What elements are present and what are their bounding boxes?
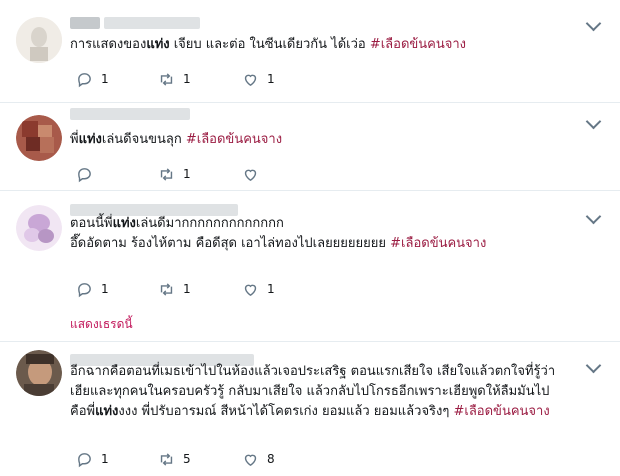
reply-button[interactable]: 1 [76, 280, 109, 298]
avatar[interactable] [16, 350, 62, 396]
retweet-button[interactable]: 1 [158, 70, 191, 88]
like-button[interactable] [242, 165, 267, 183]
retweet-icon [160, 72, 173, 86]
retweet-button[interactable]: 5 [158, 450, 191, 468]
reply-icon [78, 452, 91, 467]
handle[interactable] [104, 17, 200, 29]
avatar-image [16, 115, 62, 161]
tweet-actions: 1 1 1 [70, 280, 590, 298]
chevron-down-icon[interactable] [585, 357, 602, 374]
tweet-4[interactable]: อีกฉากคือตอนที่เมธเข้าไปในห้องแล้วเจอประ… [0, 342, 620, 476]
avatar-image [16, 17, 62, 63]
tweet-text: ตอนนี้พี่แท่งเล่นดีมากกกกกกกกกกกกก อึ๊ดอ… [70, 216, 487, 251]
tweet-1[interactable]: การแสดงของแท่ง เจียบ และต่อ ในซีนเดียวกั… [0, 0, 620, 103]
avatar[interactable] [16, 17, 62, 63]
chevron-down-icon[interactable] [585, 113, 602, 130]
heart-icon [244, 169, 257, 181]
show-thread-link[interactable]: แสดงเธรดนี้ [70, 315, 133, 334]
reply-button[interactable]: 1 [76, 450, 109, 468]
username[interactable] [70, 17, 100, 29]
retweet-icon [160, 282, 173, 296]
reply-icon [78, 167, 91, 182]
hashtag-link[interactable]: #เลือดข้นคนจาง [390, 236, 486, 251]
tweet-text: การแสดงของแท่ง เจียบ และต่อ ในซีนเดียวกั… [70, 37, 467, 52]
retweet-icon [160, 167, 173, 181]
chevron-down-icon[interactable] [585, 208, 602, 225]
heart-icon [244, 74, 257, 86]
tweet-3[interactable]: ตอนนี้พี่แท่งเล่นดีมากกกกกกกกกกกกก อึ๊ดอ… [0, 191, 620, 342]
tweet-text: อีกฉากคือตอนที่เมธเข้าไปในห้องแล้วเจอประ… [70, 364, 556, 419]
reply-icon [78, 72, 91, 87]
hashtag-link[interactable]: #เลือดข้นคนจาง [370, 37, 466, 52]
tweet-actions: 1 5 8 [70, 450, 590, 468]
heart-icon [244, 284, 257, 296]
hashtag-link[interactable]: #เลือดข้นคนจาง [454, 404, 550, 419]
retweet-button[interactable]: 1 [158, 165, 191, 183]
tweet-2[interactable]: พี่แท่งเล่นดีจนขนลุก #เลือดข้นคนจาง 1 [0, 103, 620, 191]
reply-icon [78, 282, 91, 297]
like-button[interactable]: 8 [242, 450, 275, 468]
tweet-actions: 1 1 1 [70, 70, 590, 88]
chevron-down-icon[interactable] [585, 15, 602, 32]
hashtag-link[interactable]: #เลือดข้นคนจาง [186, 132, 282, 147]
avatar-image [16, 350, 62, 396]
reply-button[interactable]: 1 [76, 70, 109, 88]
like-button[interactable]: 1 [242, 280, 275, 298]
reply-button[interactable] [76, 165, 101, 183]
retweet-button[interactable]: 1 [158, 280, 191, 298]
avatar[interactable] [16, 115, 62, 161]
tweet-actions: 1 [70, 165, 590, 183]
tweet-text: พี่แท่งเล่นดีจนขนลุก #เลือดข้นคนจาง [70, 132, 283, 147]
username[interactable] [70, 108, 190, 120]
retweet-icon [160, 452, 173, 466]
like-button[interactable]: 1 [242, 70, 275, 88]
heart-icon [244, 454, 257, 466]
avatar[interactable] [16, 205, 62, 251]
avatar-image [16, 205, 62, 251]
